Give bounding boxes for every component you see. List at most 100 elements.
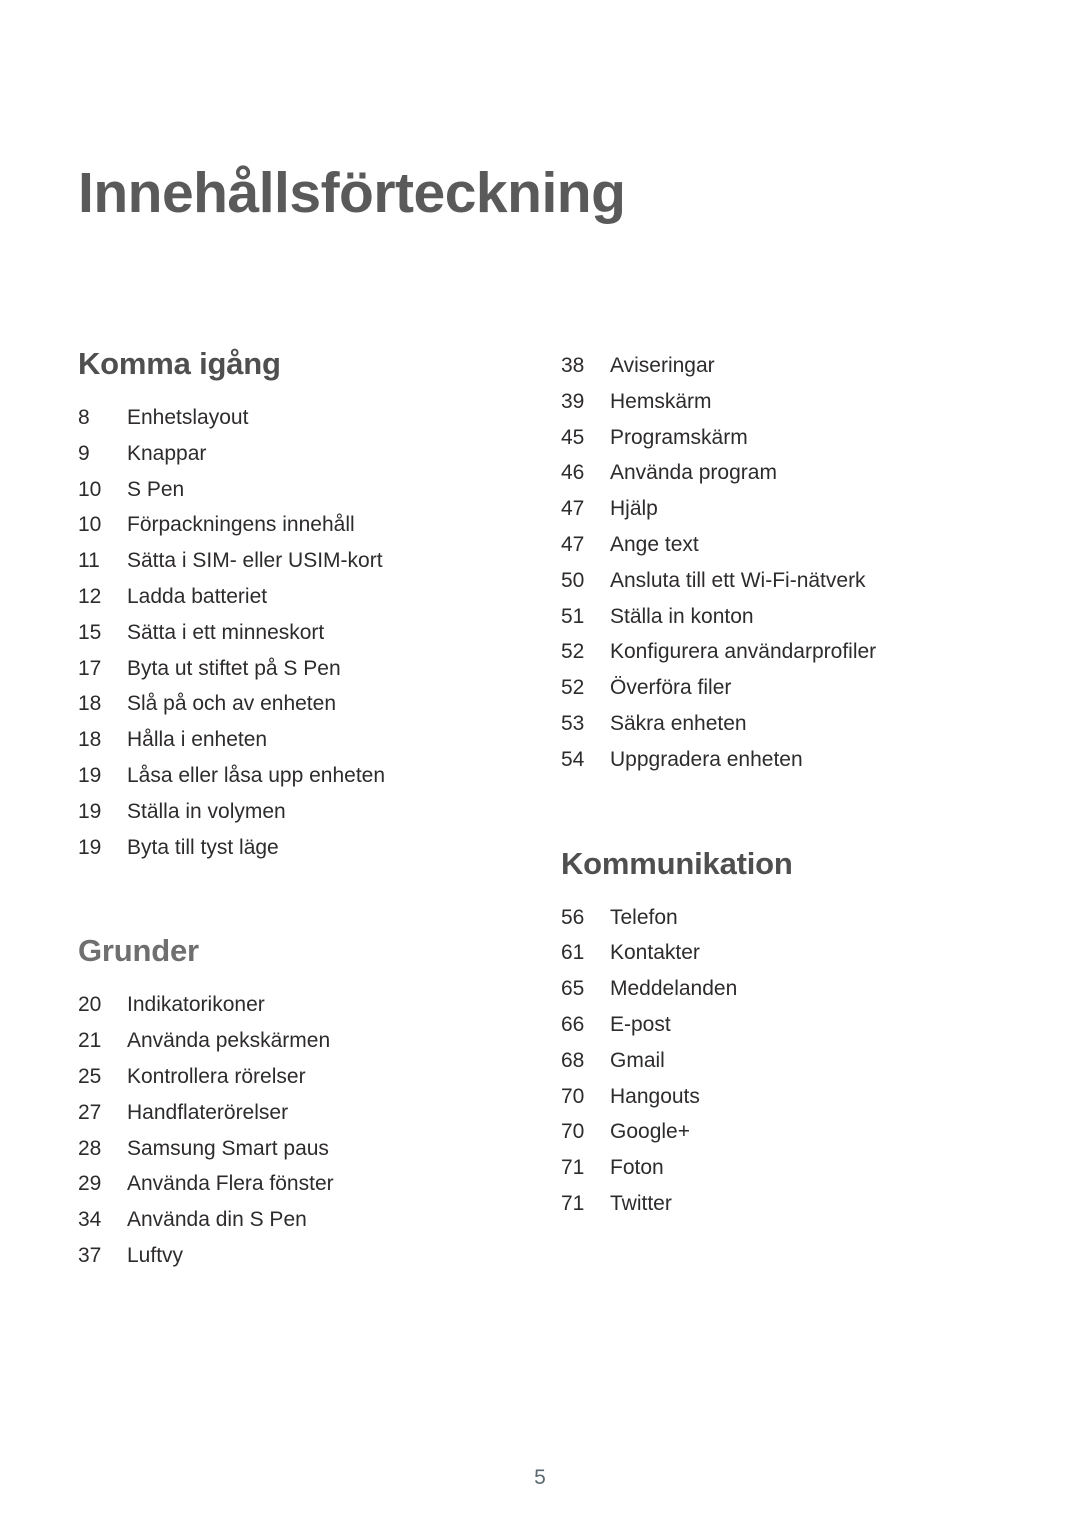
toc-entry-page-number: 25 [78, 1064, 102, 1088]
toc-entry[interactable]: 70 Google+ [561, 1114, 991, 1150]
toc-entry[interactable]: 29 Använda Flera fönster [78, 1166, 508, 1202]
toc-entry-label: Använda program [610, 461, 777, 485]
toc-entry[interactable]: 19 Ställa in volymen [78, 794, 508, 830]
toc-entry-label: Enhetslayout [127, 406, 249, 429]
toc-entry-label: Handflaterörelser [127, 1100, 289, 1124]
toc-entry-label: Foton [610, 1156, 664, 1180]
toc-entry-page-number: 46 [561, 461, 585, 485]
toc-entry[interactable]: 39 Hemskärm [561, 384, 991, 420]
toc-entry-page-number: 71 [561, 1156, 585, 1180]
toc-entry-page-number: 34 [78, 1208, 102, 1232]
toc-entry-page-number: 37 [78, 1243, 102, 1267]
toc-entry[interactable]: 20 Indikatorikoner [78, 987, 508, 1023]
heading-spacer [561, 879, 991, 900]
toc-entry[interactable]: 71 Foton [561, 1150, 991, 1186]
toc-list: 38 Aviseringar 39 Hemskärm 45 Programskärm 46 A… [561, 348, 991, 778]
toc-entry-label: Byta ut stiftet på S Pen [127, 656, 341, 680]
toc-entry-label: Ansluta till ett Wi-Fi-nätverk [610, 568, 866, 592]
toc-entry-page-number: 52 [561, 640, 585, 664]
toc-entry[interactable]: 34 Använda din S Pen [78, 1202, 508, 1238]
toc-entry[interactable]: 8 Enhetslayout [78, 400, 508, 436]
toc-list: 20 Indikatorikoner 21 Använda pekskärmen 25 K… [78, 987, 508, 1273]
toc-entry[interactable]: 38 Aviseringar [561, 348, 991, 384]
toc-entry-page-number: 19 [78, 763, 102, 787]
toc-entry[interactable]: 37 Luftvy [78, 1238, 508, 1274]
toc-entry[interactable]: 71 Twitter [561, 1186, 991, 1222]
toc-entry[interactable]: 19 Byta till tyst läge [78, 830, 508, 866]
toc-entry[interactable]: 10 S Pen [78, 472, 508, 508]
toc-entry-page-number: 54 [561, 747, 585, 771]
toc-entry[interactable]: 54 Uppgradera enheten [561, 742, 991, 778]
toc-entry-page-number: 27 [78, 1100, 102, 1124]
toc-entry-page-number: 12 [78, 584, 102, 608]
toc-entry[interactable]: 45 Programskärm [561, 420, 991, 456]
toc-entry[interactable]: 61 Kontakter [561, 935, 991, 971]
toc-entry[interactable]: 19 Låsa eller låsa upp enheten [78, 758, 508, 794]
toc-entry[interactable]: 12 Ladda batteriet [78, 579, 508, 615]
toc-entry-page-number: 15 [78, 620, 102, 644]
toc-entry-label: Hangouts [610, 1084, 700, 1108]
toc-entry-label: Säkra enheten [610, 711, 747, 735]
toc-entry[interactable]: 52 Konfigurera användarprofiler [561, 634, 991, 670]
toc-entry-page-number: 29 [78, 1172, 102, 1196]
toc-entry[interactable]: 9 Knappar [78, 436, 508, 472]
toc-entry[interactable]: 10 Förpackningens innehåll [78, 507, 508, 543]
toc-entry[interactable]: 50 Ansluta till ett Wi-Fi-nätverk [561, 563, 991, 599]
toc-entry-label: Ladda batteriet [127, 584, 268, 608]
toc-column-right: 38 Aviseringar 39 Hemskärm 45 Programskärm 46 A… [561, 348, 991, 1222]
toc-entry-page-number: 21 [78, 1029, 102, 1053]
toc-entry-label: Hålla i enheten [127, 728, 268, 752]
toc-entry-label: E-post [610, 1012, 671, 1036]
toc-entry-page-number: 65 [561, 977, 585, 1001]
toc-section: Komma igång 8 Enhetslayout 9 Knappar 10 S Pen 1… [78, 348, 508, 865]
toc-entry-page-number: 20 [78, 993, 102, 1017]
toc-entry-page-number: 28 [78, 1136, 102, 1160]
toc-entry-page-number: 10 [78, 477, 102, 501]
toc-entry-label: Kontrollera rörelser [127, 1064, 306, 1088]
toc-entry-label: Sätta i SIM- eller USIM-kort [127, 549, 383, 573]
toc-entry-page-number: 39 [561, 389, 585, 413]
toc-entry-page-number: 61 [561, 941, 585, 965]
toc-entry[interactable]: 46 Använda program [561, 455, 991, 491]
toc-entry[interactable]: 21 Använda pekskärmen [78, 1023, 508, 1059]
toc-entry[interactable]: 15 Sätta i ett minneskort [78, 615, 508, 651]
toc-section-heading: Kommunikation [561, 845, 793, 881]
toc-entry-page-number: 47 [561, 532, 585, 556]
toc-entry-page-number: 45 [561, 425, 585, 449]
toc-section: Grunder 20 Indikatorikoner 21 Använda pekskä… [78, 935, 508, 1273]
toc-entry-label: Använda din S Pen [127, 1208, 307, 1232]
toc-entry[interactable]: 70 Hangouts [561, 1079, 991, 1115]
footer-page-number: 5 [534, 1466, 546, 1489]
toc-entry-page-number: 19 [78, 799, 102, 823]
toc-entry[interactable]: 66 E-post [561, 1007, 991, 1043]
toc-entry[interactable]: 11 Sätta i SIM- eller USIM-kort [78, 543, 508, 579]
toc-entry[interactable]: 27 Handflaterörelser [78, 1095, 508, 1131]
toc-entry-label: Sätta i ett minneskort [127, 620, 325, 644]
toc-entry-page-number: 68 [561, 1048, 585, 1072]
toc-entry-label: Twitter [610, 1191, 672, 1215]
toc-entry-label: Byta till tyst läge [127, 835, 279, 859]
toc-entry-page-number: 18 [78, 692, 102, 716]
toc-entry[interactable]: 17 Byta ut stiftet på S Pen [78, 651, 508, 687]
toc-entry[interactable]: 18 Hålla i enheten [78, 722, 508, 758]
toc-entry[interactable]: 65 Meddelanden [561, 971, 991, 1007]
toc-entry[interactable]: 47 Ange text [561, 527, 991, 563]
toc-entry[interactable]: 53 Säkra enheten [561, 706, 991, 742]
toc-entry-page-number: 38 [561, 354, 585, 377]
toc-entry[interactable]: 56 Telefon [561, 900, 991, 936]
toc-entry[interactable]: 52 Överföra filer [561, 670, 991, 706]
toc-entry-page-number: 52 [561, 676, 585, 700]
toc-column-left: Komma igång 8 Enhetslayout 9 Knappar 10 S Pen 1… [78, 348, 508, 1274]
toc-entry[interactable]: 25 Kontrollera rörelser [78, 1059, 508, 1095]
toc-entry[interactable]: 18 Slå på och av enheten [78, 686, 508, 722]
toc-entry[interactable]: 28 Samsung Smart paus [78, 1131, 508, 1167]
toc-entry[interactable]: 51 Ställa in konton [561, 599, 991, 635]
toc-entry-page-number: 9 [78, 441, 90, 465]
toc-entry-page-number: 18 [78, 728, 102, 752]
toc-entry[interactable]: 47 Hjälp [561, 491, 991, 527]
toc-entry-label: Överföra filer [610, 676, 732, 700]
toc-entry[interactable]: 68 Gmail [561, 1043, 991, 1079]
heading-spacer [78, 379, 508, 400]
